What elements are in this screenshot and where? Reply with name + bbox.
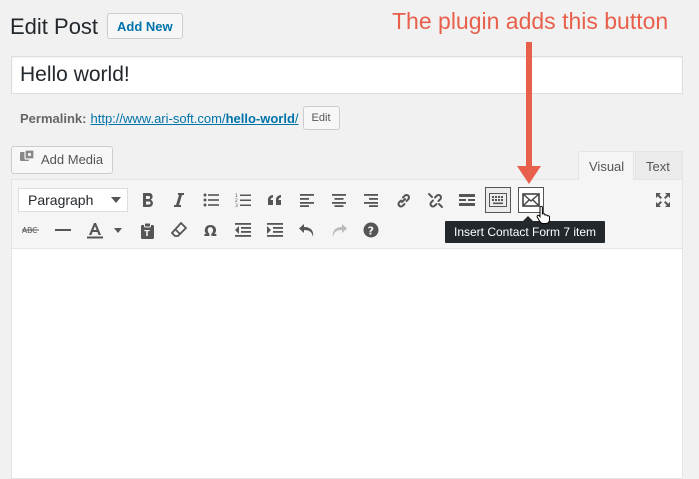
clear-formatting-icon[interactable] xyxy=(166,217,192,243)
blockquote-icon[interactable] xyxy=(262,187,288,213)
annotation-label: The plugin adds this button xyxy=(392,8,669,34)
special-character-icon[interactable]: Ω xyxy=(198,217,224,243)
permalink-label: Permalink: xyxy=(20,110,87,126)
permalink-url-base: http://www.ari-soft.com/ xyxy=(90,110,226,126)
annotation-arrow xyxy=(526,42,532,168)
read-more-icon[interactable] xyxy=(454,187,480,213)
format-select[interactable]: Paragraph xyxy=(18,188,128,212)
svg-text:?: ? xyxy=(368,224,374,237)
increase-indent-icon[interactable] xyxy=(262,217,288,243)
annotation-arrow-head xyxy=(517,166,541,184)
add-media-label: Add Media xyxy=(41,152,104,167)
page-title: Edit Post xyxy=(10,14,99,39)
numbered-list-icon[interactable]: 123 xyxy=(230,187,256,213)
redo-icon[interactable] xyxy=(326,217,352,243)
align-right-icon[interactable] xyxy=(358,187,384,213)
add-media-button[interactable]: Add Media xyxy=(11,146,114,174)
remove-link-icon[interactable] xyxy=(422,187,448,213)
horizontal-line-icon[interactable] xyxy=(50,217,76,243)
add-media-icon xyxy=(19,147,36,173)
hand-cursor-icon xyxy=(536,205,550,229)
permalink-link[interactable]: http://www.ari-soft.com/hello-world/ xyxy=(90,111,298,126)
align-left-icon[interactable] xyxy=(294,187,320,213)
decrease-indent-icon[interactable] xyxy=(230,217,256,243)
toolbar-toggle-icon[interactable] xyxy=(485,187,511,213)
permalink-row: Permalink: http://www.ari-soft.com/hello… xyxy=(20,106,340,130)
text-color-icon[interactable] xyxy=(82,217,124,243)
permalink-slug: hello-world xyxy=(225,110,295,126)
bulleted-list-icon[interactable] xyxy=(198,187,224,213)
post-title-input[interactable]: Hello world! xyxy=(11,56,683,94)
italic-icon[interactable] xyxy=(166,187,192,213)
edit-permalink-button[interactable]: Edit xyxy=(302,106,340,130)
strikethrough-icon[interactable]: ABC xyxy=(18,217,44,243)
help-icon[interactable]: ? xyxy=(358,217,384,243)
align-center-icon[interactable] xyxy=(326,187,352,213)
insert-link-icon[interactable] xyxy=(390,187,416,213)
format-select-value: Paragraph xyxy=(28,192,94,208)
tab-text[interactable]: Text xyxy=(635,151,683,180)
svg-text:3: 3 xyxy=(235,203,238,208)
contact-form-tooltip: Insert Contact Form 7 item xyxy=(445,216,606,243)
svg-text:T: T xyxy=(144,229,150,238)
paste-as-text-icon[interactable]: T xyxy=(134,217,160,243)
tab-visual[interactable]: Visual xyxy=(578,151,634,180)
svg-text:Ω: Ω xyxy=(204,223,217,237)
add-new-button[interactable]: Add New xyxy=(107,13,183,39)
chevron-down-icon xyxy=(111,197,121,203)
undo-icon[interactable] xyxy=(294,217,320,243)
permalink-url-trailing: / xyxy=(294,110,299,126)
bold-icon[interactable] xyxy=(135,187,161,213)
fullscreen-icon[interactable] xyxy=(650,187,676,213)
